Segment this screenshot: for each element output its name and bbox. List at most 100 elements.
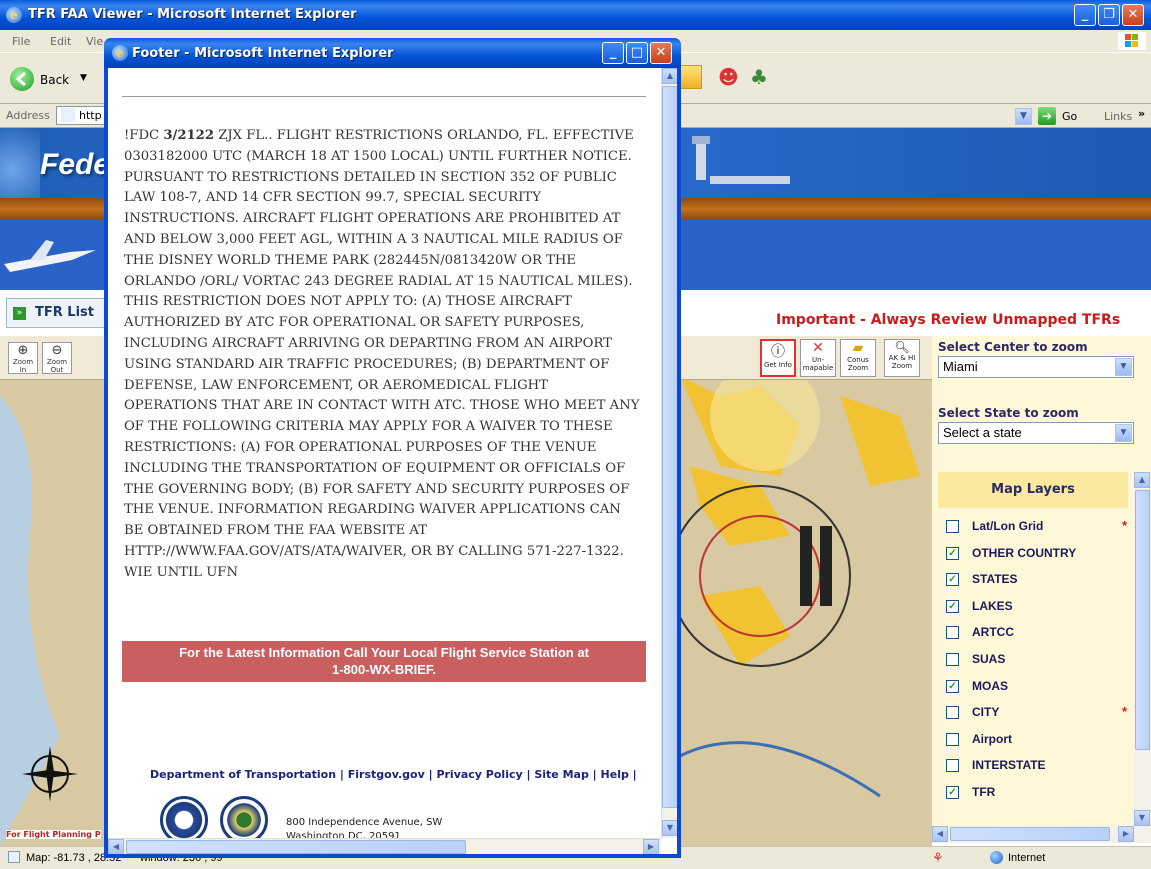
popup-scroll-up-icon[interactable]: ▲ — [662, 68, 677, 84]
users-icon[interactable]: ♣ — [750, 65, 776, 91]
get-info-button[interactable]: ⓘ Get Info — [760, 339, 796, 377]
checked-checkbox-icon[interactable]: ✓ — [946, 679, 959, 693]
layer-label: MOAS — [972, 678, 1008, 693]
address-value: http — [79, 109, 102, 122]
unchecked-checkbox-icon[interactable] — [946, 706, 959, 720]
messenger-icon[interactable]: ☻ — [718, 65, 744, 91]
panel-scroll-right-icon[interactable]: ▶ — [1118, 826, 1134, 842]
links-chevron-icon[interactable]: » — [1138, 107, 1145, 120]
right-panel: Select Center to zoom Miami ▼ Select Sta… — [932, 336, 1151, 843]
close-icon[interactable]: ✕ — [1122, 4, 1144, 26]
links-label[interactable]: Links — [1104, 110, 1132, 123]
windows-logo-icon — [1118, 32, 1146, 50]
panel-hscrollbar[interactable]: ◀ ▶ — [932, 826, 1151, 843]
zoom-in-button[interactable]: ⊕ Zoom In — [8, 342, 38, 374]
unchecked-checkbox-icon[interactable] — [946, 759, 959, 773]
layers-scrollbar[interactable]: ▲ ▼ — [1134, 472, 1151, 826]
security-icon: ⚘ — [932, 850, 944, 865]
menu-edit[interactable]: Edit — [50, 35, 71, 48]
ak-hi-zoom-button[interactable]: 🔍︎ AK & HI Zoom — [884, 339, 920, 377]
site-map-link[interactable]: Site Map — [534, 768, 588, 781]
state-dropdown-icon[interactable]: ▼ — [1115, 424, 1132, 442]
link-separator: | — [628, 768, 637, 781]
minimize-icon[interactable]: _ — [1074, 4, 1096, 26]
ie-icon: e — [6, 7, 22, 23]
center-zoom-label: Select Center to zoom — [938, 340, 1088, 354]
ak-hi-magnifier-icon: 🔍︎ — [894, 340, 910, 354]
required-star-icon: * — [1122, 518, 1128, 533]
address-line-1: 800 Independence Avenue, SW — [286, 817, 443, 828]
go-button-label[interactable]: Go — [1062, 110, 1077, 123]
panel-scroll-thumb[interactable] — [950, 827, 1110, 841]
layers-scroll-up-icon[interactable]: ▲ — [1134, 472, 1150, 488]
important-notice: Important - Always Review Unmapped TFRs — [776, 312, 1121, 328]
go-arrow-icon[interactable]: ➔ — [1038, 107, 1056, 125]
zoom-out-button[interactable]: ⊖ Zoom Out — [42, 342, 72, 374]
tfr-list-tab[interactable]: » TFR List — [6, 298, 106, 328]
checked-checkbox-icon[interactable]: ✓ — [946, 546, 959, 560]
checked-checkbox-icon[interactable]: ✓ — [946, 573, 959, 587]
popup-scroll-right-icon[interactable]: ▶ — [643, 839, 659, 854]
popup-vscrollbar[interactable]: ▲ ▼ — [661, 68, 677, 838]
maximize-icon[interactable]: ❐ — [1098, 4, 1120, 26]
header-title: Fede — [40, 148, 111, 181]
notam-body: ZJX FL.. FLIGHT RESTRICTIONS ORLANDO, FL… — [124, 128, 640, 580]
popup-title-bar[interactable]: e Footer - Microsoft Internet Explorer _… — [104, 38, 681, 68]
popup-hscroll-thumb[interactable] — [126, 840, 466, 854]
unchecked-checkbox-icon[interactable] — [946, 653, 959, 666]
address-input[interactable]: http — [56, 106, 106, 125]
popup-scroll-left-icon[interactable]: ◀ — [108, 839, 124, 854]
main-window-title: TFR FAA Viewer - Microsoft Internet Expl… — [28, 7, 357, 22]
notice-line-2: 1-800-WX-BRIEF. — [331, 662, 437, 677]
required-star-icon: * — [1122, 704, 1128, 720]
center-select[interactable]: Miami ▼ — [938, 356, 1134, 378]
link-separator: | — [336, 768, 348, 781]
internet-globe-icon — [990, 851, 1003, 864]
checked-checkbox-icon[interactable]: ✓ — [946, 599, 959, 613]
layer-label: INTERSTATE — [972, 758, 1046, 773]
unchecked-checkbox-icon[interactable] — [946, 732, 959, 746]
conus-zoom-button[interactable]: ▰ Conus Zoom — [840, 339, 876, 377]
popup-scroll-down-icon[interactable]: ▼ — [662, 820, 677, 836]
layer-label: CITY — [972, 705, 1000, 720]
zone-label: Internet — [1008, 852, 1046, 864]
unchecked-checkbox-icon[interactable] — [946, 520, 959, 533]
address-dropdown-icon[interactable]: ▼ — [1015, 108, 1032, 125]
center-dropdown-icon[interactable]: ▼ — [1115, 358, 1132, 376]
link-separator: | — [522, 768, 535, 781]
flight-service-notice: For the Latest Information Call Your Loc… — [122, 641, 646, 682]
layers-scroll-down-icon[interactable]: ▼ — [1134, 810, 1150, 826]
popup-minimize-icon[interactable]: _ — [602, 42, 624, 64]
menu-file[interactable]: File — [12, 35, 30, 48]
panel-scroll-left-icon[interactable]: ◀ — [932, 826, 948, 842]
menu-view[interactable]: Vie — [86, 35, 103, 48]
popup-scroll-thumb[interactable] — [662, 86, 677, 808]
folder-icon[interactable] — [680, 65, 702, 89]
popup-maximize-icon[interactable]: □ — [626, 42, 648, 64]
layer-label: ARTCC — [972, 625, 1014, 640]
layer-label: Airport — [972, 731, 1012, 746]
layer-label: TFR — [972, 785, 996, 799]
dot-link[interactable]: Department of Transportation — [150, 768, 336, 781]
state-select[interactable]: Select a state ▼ — [938, 422, 1134, 444]
help-link[interactable]: Help — [601, 768, 629, 781]
layer-label: SUAS — [972, 652, 1006, 666]
map-caption: For Flight Planning P — [6, 830, 101, 839]
back-arrow-icon[interactable] — [10, 67, 34, 91]
header-globe-graphic — [0, 128, 40, 198]
firstgov-link[interactable]: Firstgov.gov — [348, 768, 425, 781]
layers-scroll-thumb[interactable] — [1135, 490, 1150, 750]
back-dropdown-icon[interactable]: ▼ — [80, 73, 87, 83]
notam-prefix: !FDC — [124, 128, 160, 143]
popup-hscrollbar[interactable]: ◀ ▶ — [108, 838, 661, 854]
link-separator: | — [424, 768, 437, 781]
popup-close-icon[interactable]: ✕ — [650, 42, 672, 64]
main-title-bar[interactable]: e TFR FAA Viewer - Microsoft Internet Ex… — [0, 0, 1151, 30]
unchecked-checkbox-icon[interactable] — [946, 626, 959, 640]
privacy-policy-link[interactable]: Privacy Policy — [436, 768, 522, 781]
zoom-out-label: Zoom Out — [46, 358, 68, 374]
popup-title: Footer - Microsoft Internet Explorer — [132, 46, 394, 61]
back-button-label[interactable]: Back — [40, 73, 69, 87]
unmappable-button[interactable]: ✕ Un-mapable — [800, 339, 836, 377]
checked-checkbox-icon[interactable]: ✓ — [946, 786, 959, 799]
